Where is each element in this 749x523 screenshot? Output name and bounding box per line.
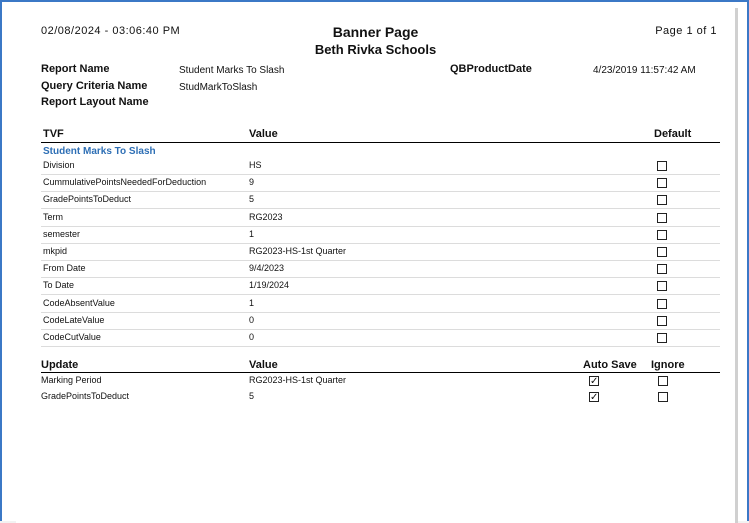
tvf-group-title: Student Marks To Slash: [43, 146, 156, 157]
qbproductdate-value: 4/23/2019 11:57:42 AM: [593, 65, 696, 76]
tvf-row-value: HS: [249, 160, 262, 170]
tvf-default-column-header: Default: [654, 128, 692, 140]
row-separator: [41, 328, 720, 330]
row-separator: [41, 260, 720, 261]
row-separator: [41, 311, 720, 313]
row-separator: [41, 174, 720, 175]
report-title: Banner Page: [332, 24, 419, 40]
auto-save-column-header: Auto Save: [583, 359, 637, 371]
update-row-name: Marking Period: [41, 375, 102, 385]
tvf-row-value: RG2023: [249, 211, 283, 222]
tvf-row-value: 0: [249, 314, 255, 325]
tvf-row-value: RG2023-HS-1st Quarter: [249, 246, 347, 256]
tvf-row-value: 5: [249, 194, 255, 205]
tvf-row-value: 9/4/2023: [249, 263, 285, 274]
update-header-rule: [41, 372, 720, 373]
default-checkbox[interactable]: [657, 315, 667, 326]
tvf-row-value: 0: [249, 332, 255, 342]
tvf-row-name: Term: [43, 211, 63, 222]
tvf-row-name: mkpid: [43, 246, 68, 256]
update-row-value: 5: [249, 391, 255, 401]
tvf-row-value: 9: [249, 177, 255, 188]
tvf-row-value: 1/19/2024: [249, 280, 290, 291]
tvf-row-name: semester: [43, 228, 81, 239]
default-checkbox[interactable]: [657, 195, 667, 206]
update-row-name: GradePointsToDeduct: [41, 391, 130, 401]
tvf-row-name: CodeAbsentValue: [43, 297, 115, 308]
default-checkbox[interactable]: [657, 247, 667, 257]
tvf-row-name: CodeCutValue: [43, 332, 101, 342]
report-name-label: Report Name: [41, 63, 110, 75]
report-page: 02/08/2024 - 03:06:40 PM Banner Page Bet…: [16, 8, 735, 523]
default-checkbox[interactable]: [657, 333, 667, 343]
default-checkbox[interactable]: [657, 281, 667, 292]
row-separator: [41, 294, 720, 296]
update-value-column-header: Value: [249, 359, 278, 371]
query-criteria-label: Query Criteria Name: [41, 80, 148, 92]
report-layout-label: Report Layout Name: [41, 96, 149, 108]
tvf-row-name: From Date: [43, 263, 86, 274]
tvf-row-name: CodeLateValue: [43, 314, 105, 325]
row-separator: [41, 191, 720, 193]
default-checkbox[interactable]: [657, 264, 667, 275]
default-checkbox[interactable]: [657, 212, 667, 223]
qbproductdate-label: QBProductDate: [450, 63, 532, 75]
query-criteria-value: StudMarkToSlash: [179, 82, 258, 93]
update-column-header: Update: [41, 359, 79, 371]
row-separator: [41, 346, 720, 347]
report-name-value: Student Marks To Slash: [179, 65, 285, 76]
default-checkbox[interactable]: [657, 178, 667, 189]
report-viewer-frame: 02/08/2024 - 03:06:40 PM Banner Page Bet…: [0, 0, 749, 523]
tvf-row-name: Division: [43, 160, 75, 170]
tvf-row-value: 1: [249, 297, 255, 308]
page-number: Page 1 of 1: [655, 25, 717, 37]
tvf-value-column-header: Value: [249, 128, 278, 140]
update-row-value: RG2023-HS-1st Quarter: [249, 375, 347, 385]
ignore-checkbox[interactable]: [658, 376, 668, 386]
row-separator: [41, 225, 720, 227]
tvf-row-name: To Date: [43, 280, 75, 291]
tvf-header-rule: [41, 142, 720, 143]
default-checkbox[interactable]: [657, 229, 667, 240]
auto-save-checkbox[interactable]: ✓: [589, 376, 599, 387]
school-name: Beth Rivka Schools: [314, 42, 437, 57]
default-checkbox[interactable]: [657, 161, 667, 171]
row-separator: [41, 242, 720, 244]
auto-save-checkbox[interactable]: ✓: [589, 392, 599, 403]
row-separator: [41, 208, 720, 210]
row-separator: [41, 277, 720, 279]
tvf-row-name: GradePointsToDeduct: [43, 194, 132, 205]
ignore-column-header: Ignore: [651, 359, 685, 371]
ignore-checkbox[interactable]: [658, 392, 668, 402]
default-checkbox[interactable]: [657, 298, 667, 309]
tvf-row-value: 1: [249, 228, 255, 239]
tvf-row-name: CummulativePointsNeededForDeduction: [43, 177, 207, 188]
tvf-column-header: TVF: [43, 128, 64, 140]
